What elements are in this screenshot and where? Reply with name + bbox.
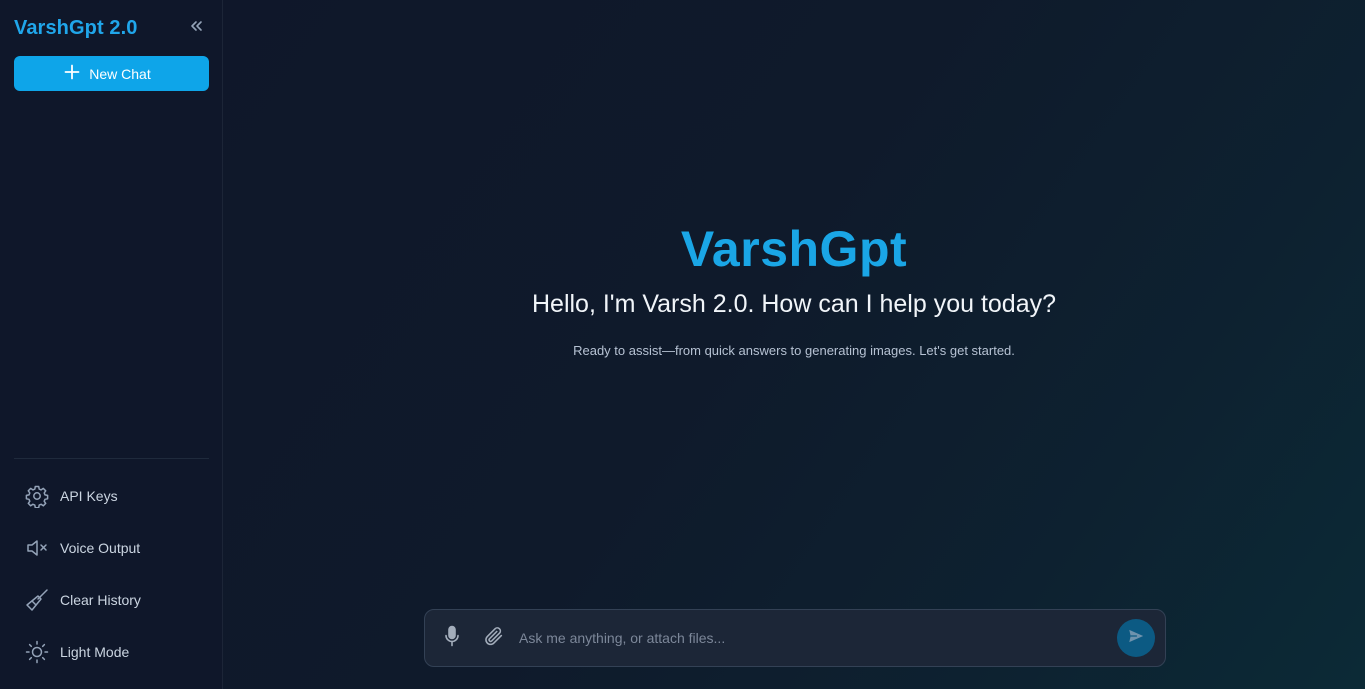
sidebar-item-label: Light Mode	[60, 644, 130, 660]
new-chat-button[interactable]: New Chat	[14, 56, 209, 91]
send-button[interactable]	[1117, 619, 1155, 657]
sidebar-menu: API Keys Voice Output Clear History Ligh…	[14, 470, 209, 678]
broom-icon	[24, 587, 50, 613]
hero-greeting: Hello, I'm Varsh 2.0. How can I help you…	[531, 290, 1057, 318]
attach-file-button[interactable]	[483, 625, 505, 652]
sidebar: VarshGpt 2.0 New Chat API Keys Voice Out…	[0, 0, 223, 689]
sidebar-item-light-mode[interactable]: Light Mode	[14, 626, 209, 678]
send-icon	[1127, 627, 1145, 650]
speaker-muted-icon	[24, 535, 50, 561]
paperclip-icon	[483, 625, 505, 652]
sidebar-divider	[14, 458, 209, 459]
sidebar-item-label: Clear History	[60, 592, 141, 608]
sun-icon	[24, 639, 50, 665]
message-composer	[424, 609, 1166, 667]
hero-title: VarshGpt	[680, 221, 908, 277]
hero-subtitle: Ready to assist—from quick answers to ge…	[573, 343, 1015, 358]
message-input[interactable]	[519, 623, 1117, 653]
app-root: VarshGpt 2.0 New Chat API Keys Voice Out…	[0, 0, 1365, 689]
chevrons-left-icon	[189, 19, 203, 38]
sidebar-item-label: API Keys	[60, 488, 118, 504]
chat-main: VarshGpt Hello, I'm Varsh 2.0. How can I…	[223, 0, 1365, 689]
welcome-hero: VarshGpt Hello, I'm Varsh 2.0. How can I…	[223, 219, 1365, 359]
sidebar-item-api-keys[interactable]: API Keys	[14, 470, 209, 522]
gear-icon	[24, 483, 50, 509]
sidebar-item-voice-output[interactable]: Voice Output	[14, 522, 209, 574]
app-brand: VarshGpt 2.0	[14, 17, 138, 39]
new-chat-label: New Chat	[89, 65, 151, 82]
sidebar-item-clear-history[interactable]: Clear History	[14, 574, 209, 626]
collapse-sidebar-button[interactable]	[186, 18, 206, 38]
microphone-icon	[443, 625, 461, 652]
sidebar-item-label: Voice Output	[60, 540, 141, 556]
plus-icon	[64, 64, 80, 83]
voice-input-button[interactable]	[441, 625, 463, 652]
